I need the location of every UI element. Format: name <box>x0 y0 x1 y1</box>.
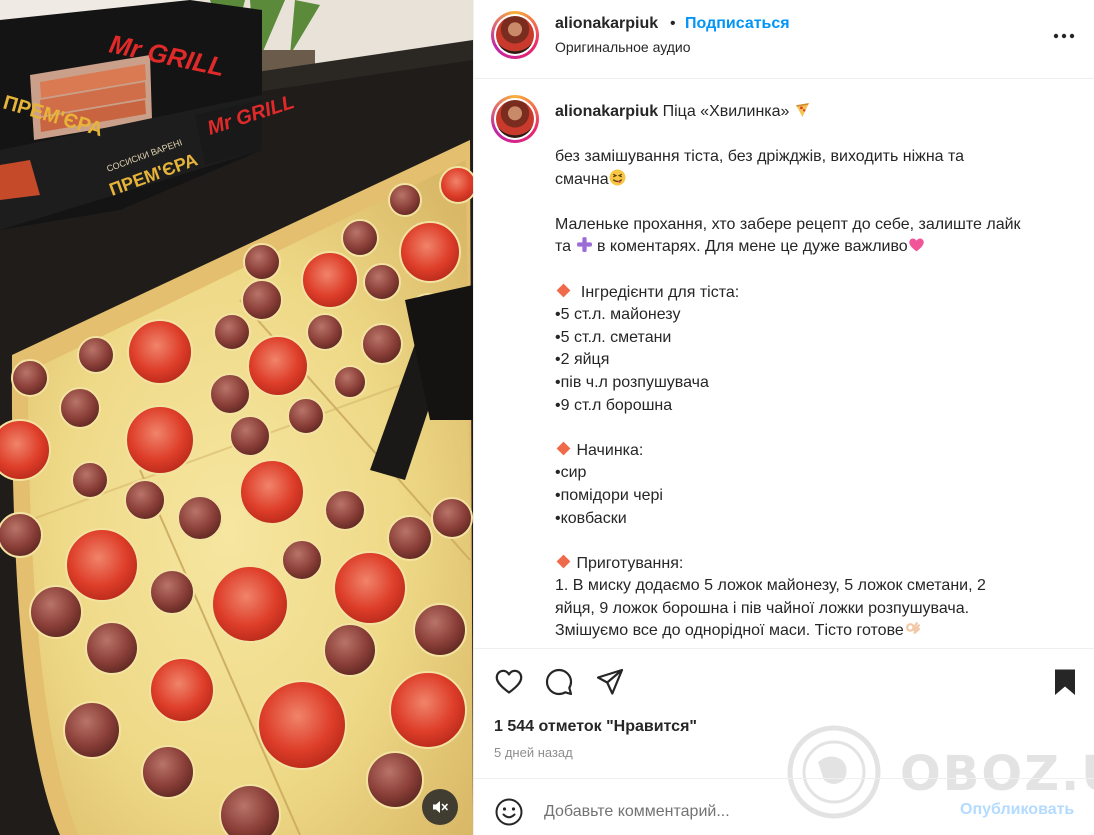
comment-composer: Опубликовать <box>474 778 1094 835</box>
caption-line: Інгредієнти для тіста: <box>555 282 1065 305</box>
caption-line: •9 ст.л борошна <box>555 396 673 414</box>
instagram-post-modal: Mr GRILL Mr GRILL ПРЕМ'ЄРА ПРЕМ'ЄРА СОСИ… <box>0 0 1094 835</box>
heart-icon[interactable] <box>494 667 524 697</box>
caption-line: •ковбаски <box>555 509 627 527</box>
header-username[interactable]: alionakarpiuk <box>555 15 658 33</box>
pizza-photo: Mr GRILL Mr GRILL ПРЕМ'ЄРА ПРЕМ'ЄРА СОСИ… <box>0 0 473 835</box>
caption-text: без замішування тіста, без дріжджів, вих… <box>555 146 1065 643</box>
caption-line: •2 яйця <box>555 351 610 369</box>
caption-line: Начинка: <box>555 440 1065 463</box>
caption-header: alionakarpiuk Піца «Хвилинка» <box>555 101 1075 121</box>
ok-hand-emoji-icon <box>905 622 920 635</box>
mute-button[interactable] <box>422 789 458 825</box>
caption-line: яйця, 9 ложок борошна і пів чайної ложки… <box>555 599 970 617</box>
caption-line: Приготування: <box>555 553 1065 576</box>
caption-line: •пів ч.л розпушувача <box>555 373 709 391</box>
bookmark-icon[interactable] <box>1050 667 1080 697</box>
comment-input[interactable] <box>544 799 944 825</box>
caption-username[interactable]: alionakarpiuk <box>555 103 658 120</box>
pink-heart-emoji-icon <box>908 238 924 252</box>
caption-line: смачна <box>555 169 1065 192</box>
caption-line: •сир <box>555 464 587 482</box>
avatar[interactable] <box>491 11 539 59</box>
caption-title: Піца «Хвилинка» <box>662 103 790 120</box>
audio-link[interactable]: Оригинальное аудио <box>555 39 691 55</box>
post-actions: 1 544 отметок "Нравится" 5 дней назад <box>474 648 1094 778</box>
speaker-muted-icon <box>433 801 448 813</box>
follow-button[interactable]: Подписаться <box>685 15 790 33</box>
caption-line: •помідори чері <box>555 486 663 504</box>
likes-count[interactable]: 1 544 отметок "Нравится" <box>494 718 697 736</box>
post-header: alionakarpiuk • Подписаться Оригинальное… <box>474 0 1094 79</box>
post-timestamp[interactable]: 5 дней назад <box>494 745 573 760</box>
comment-bubble-icon[interactable] <box>544 667 574 697</box>
publish-button[interactable]: Опубликовать <box>960 801 1074 819</box>
post-media[interactable]: Mr GRILL Mr GRILL ПРЕМ'ЄРА ПРЕМ'ЄРА СОСИ… <box>0 0 473 835</box>
caption-line: 1. В миску додаємо 5 ложок майонезу, 5 л… <box>555 577 986 595</box>
caption-line <box>555 259 1065 282</box>
paper-plane-icon[interactable] <box>595 667 625 697</box>
caption-line <box>555 530 1065 553</box>
caption-line: •5 ст.л. сметани <box>555 328 672 346</box>
caption-line: Змішуємо все до однорідної маси. Тісто г… <box>555 620 1065 643</box>
caption-line: Маленьке прохання, хто забере рецепт до … <box>555 215 1021 233</box>
post-side-panel: alionakarpiuk • Подписаться Оригинальное… <box>473 0 1094 835</box>
plus-emoji-icon <box>576 237 592 253</box>
orange-diamond-emoji-icon <box>556 554 571 569</box>
orange-diamond-emoji-icon <box>556 441 571 456</box>
caption-line: •5 ст.л. майонезу <box>555 306 681 324</box>
tongue-face-emoji-icon <box>609 169 626 186</box>
pizza-emoji-icon <box>796 103 809 117</box>
separator-dot: • <box>670 15 676 32</box>
smiley-face-icon[interactable] <box>494 797 524 827</box>
caption-avatar[interactable] <box>491 95 539 143</box>
orange-diamond-emoji-icon <box>556 283 571 297</box>
caption-line: без замішування тіста, без дріжджів, вих… <box>555 148 965 165</box>
caption-line <box>555 191 1065 214</box>
caption-line <box>555 417 1065 440</box>
caption-line: та в коментарях. Для мене це дуже важлив… <box>555 236 1065 259</box>
post-caption: alionakarpiuk Піца «Хвилинка» без замішу… <box>474 80 1094 648</box>
more-horizontal-icon[interactable] <box>1050 24 1078 48</box>
